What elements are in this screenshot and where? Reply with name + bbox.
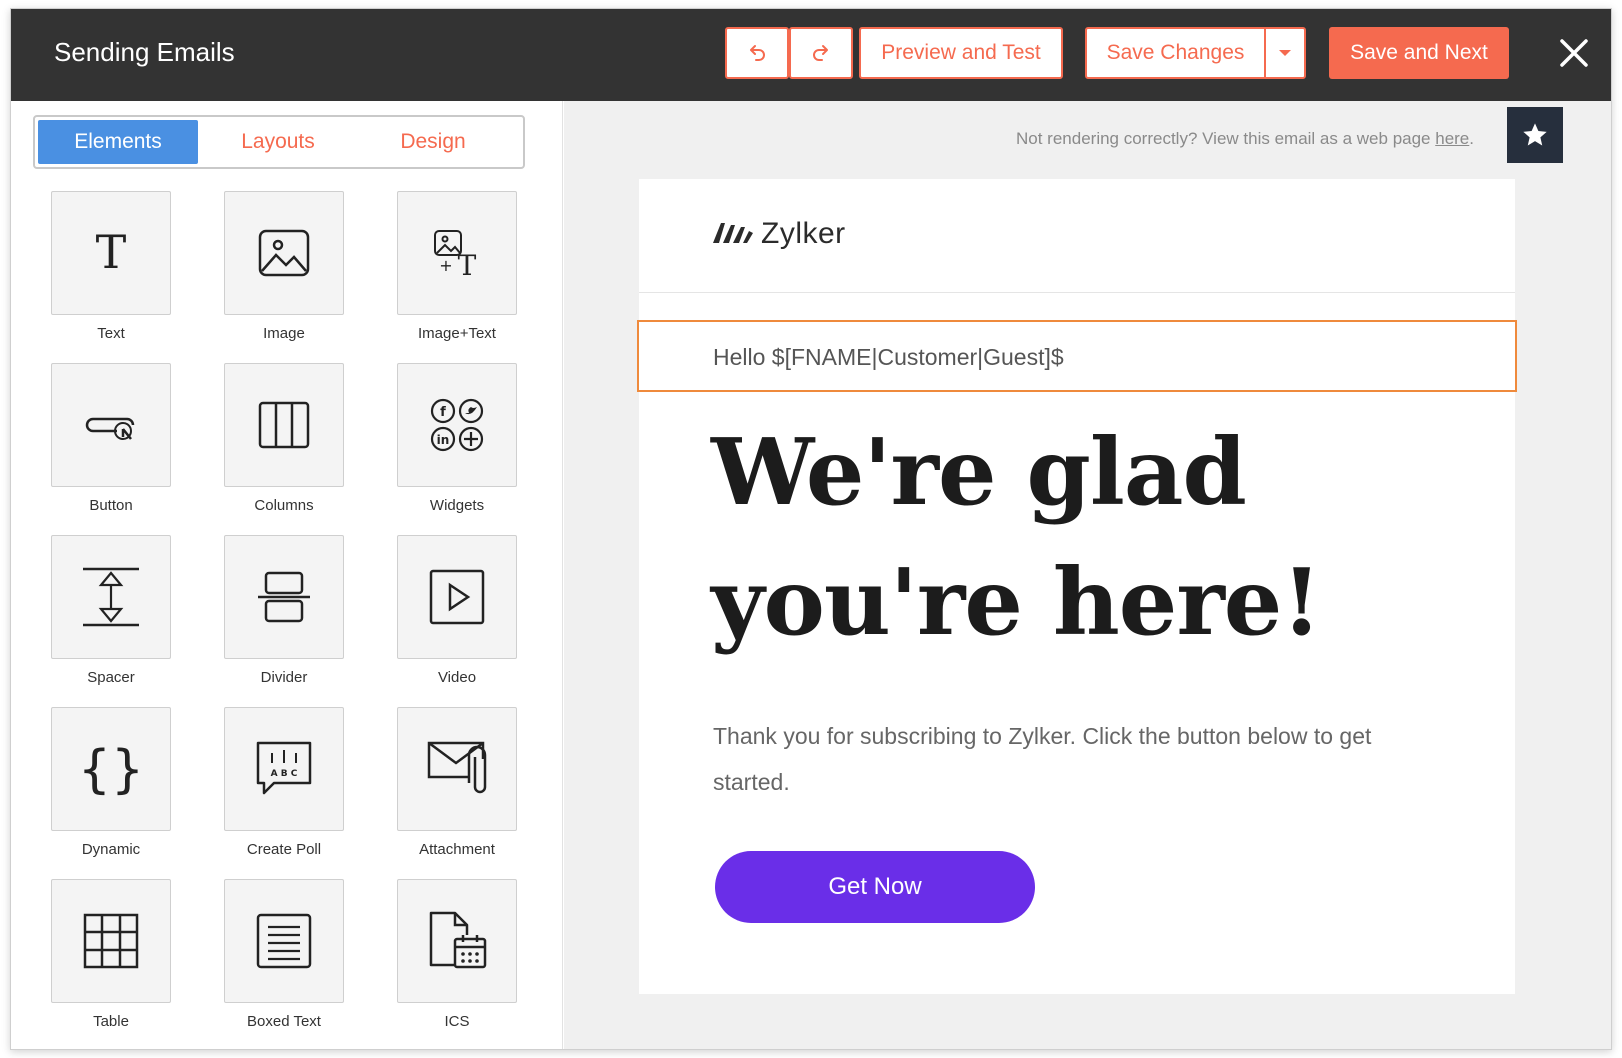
panel-tabs: Elements Layouts Design — [33, 115, 525, 169]
email-headline[interactable]: We're glad you're here! — [711, 407, 1471, 667]
widgets-icon: f in — [430, 398, 484, 452]
close-icon — [1560, 39, 1588, 67]
spacer-icon — [83, 567, 139, 627]
element-table[interactable] — [51, 879, 171, 1003]
redo-icon — [813, 45, 828, 61]
element-ics[interactable] — [397, 879, 517, 1003]
save-options-dropdown[interactable] — [1264, 27, 1306, 79]
svg-text:{}: {} — [81, 740, 141, 799]
element-dynamic[interactable]: {} — [51, 707, 171, 831]
text-icon: T — [96, 225, 127, 279]
element-label: Video — [437, 669, 477, 686]
element-attachment[interactable] — [397, 707, 517, 831]
zylker-logo-icon — [713, 223, 753, 243]
element-image-text[interactable]: + T — [397, 191, 517, 315]
logo-text: Zylker — [761, 217, 846, 250]
element-label: Widgets — [429, 497, 485, 514]
dynamic-icon: {} — [81, 740, 141, 799]
tab-layouts[interactable]: Layouts — [198, 120, 358, 164]
editor-window: Sending Emails Preview and Test Save Cha… — [10, 8, 1612, 1050]
save-and-next-button[interactable]: Save and Next — [1329, 27, 1509, 79]
greeting-text: Hello $[FNAME|Customer|Guest]$ — [713, 344, 1064, 370]
tab-design[interactable]: Design — [353, 120, 513, 164]
ics-icon — [429, 911, 487, 969]
redo-button[interactable] — [789, 27, 853, 79]
headline-line-2: you're here! — [711, 548, 1322, 656]
image-text-icon: + T — [434, 230, 477, 282]
chevron-down-icon — [1279, 50, 1291, 56]
element-label: Create Poll — [246, 841, 322, 858]
svg-text:A B C: A B C — [271, 769, 298, 779]
greeting-block-selected[interactable]: Hello $[FNAME|Customer|Guest]$ — [637, 320, 1517, 392]
columns-icon — [258, 401, 310, 449]
email-body-text[interactable]: Thank you for subscribing to Zylker. Cli… — [713, 713, 1373, 805]
element-label: Attachment — [419, 841, 495, 858]
element-label: ICS — [444, 1013, 470, 1030]
boxed-text-icon — [256, 913, 312, 969]
star-icon — [1523, 123, 1547, 146]
view-web-page-link[interactable]: here — [1435, 129, 1469, 148]
element-label: Divider — [260, 669, 308, 686]
video-icon — [429, 569, 485, 625]
element-label: Boxed Text — [247, 1013, 321, 1030]
element-boxed-text[interactable] — [224, 879, 344, 1003]
favorite-button[interactable] — [1507, 107, 1563, 163]
element-label: Spacer — [87, 669, 135, 686]
email-logo-row[interactable]: Zylker — [639, 179, 1515, 293]
element-label: Dynamic — [81, 841, 141, 858]
divider-icon — [258, 571, 310, 623]
undo-button[interactable] — [725, 27, 789, 79]
table-icon — [83, 913, 139, 969]
element-widgets[interactable]: f in — [397, 363, 517, 487]
tab-elements[interactable]: Elements — [38, 120, 198, 164]
element-text[interactable]: T — [51, 191, 171, 315]
element-label: Image — [263, 325, 305, 342]
preview-and-test-button[interactable]: Preview and Test — [859, 27, 1063, 79]
element-video[interactable] — [397, 535, 517, 659]
elements-panel: Elements Layouts Design T Text Image + T — [11, 101, 563, 1049]
element-create-poll[interactable]: A B C — [224, 707, 344, 831]
svg-text:in: in — [437, 433, 450, 447]
poll-icon: A B C — [256, 741, 312, 795]
element-spacer[interactable] — [51, 535, 171, 659]
element-label: Text — [97, 325, 125, 342]
page-title: Sending Emails — [54, 37, 235, 67]
svg-text:+: + — [439, 256, 452, 275]
element-button[interactable] — [51, 363, 171, 487]
element-divider[interactable] — [224, 535, 344, 659]
undo-icon — [750, 45, 765, 61]
image-icon — [258, 229, 310, 277]
header-bar: Sending Emails Preview and Test Save Cha… — [11, 9, 1611, 101]
element-label: Table — [93, 1013, 129, 1030]
headline-line-1: We're glad — [711, 418, 1247, 526]
element-columns[interactable] — [224, 363, 344, 487]
svg-text:f: f — [440, 405, 446, 420]
element-label: Columns — [254, 497, 314, 514]
get-now-button[interactable]: Get Now — [715, 851, 1035, 923]
button-icon — [85, 417, 135, 440]
svg-text:T: T — [458, 249, 477, 282]
svg-text:T: T — [96, 225, 127, 279]
attachment-icon — [427, 741, 487, 794]
close-button[interactable] — [1556, 35, 1592, 71]
render-note-end: . — [1469, 129, 1474, 148]
email-preview: Zylker Hello $[FNAME|Customer|Guest]$ We… — [637, 179, 1517, 994]
render-note: Not rendering correctly? View this email… — [1016, 129, 1536, 149]
element-image[interactable] — [224, 191, 344, 315]
save-changes-button[interactable]: Save Changes — [1085, 27, 1265, 79]
element-label: Image+Text — [418, 325, 496, 342]
render-note-text: Not rendering correctly? View this email… — [1016, 129, 1436, 148]
element-label: Button — [89, 497, 133, 514]
